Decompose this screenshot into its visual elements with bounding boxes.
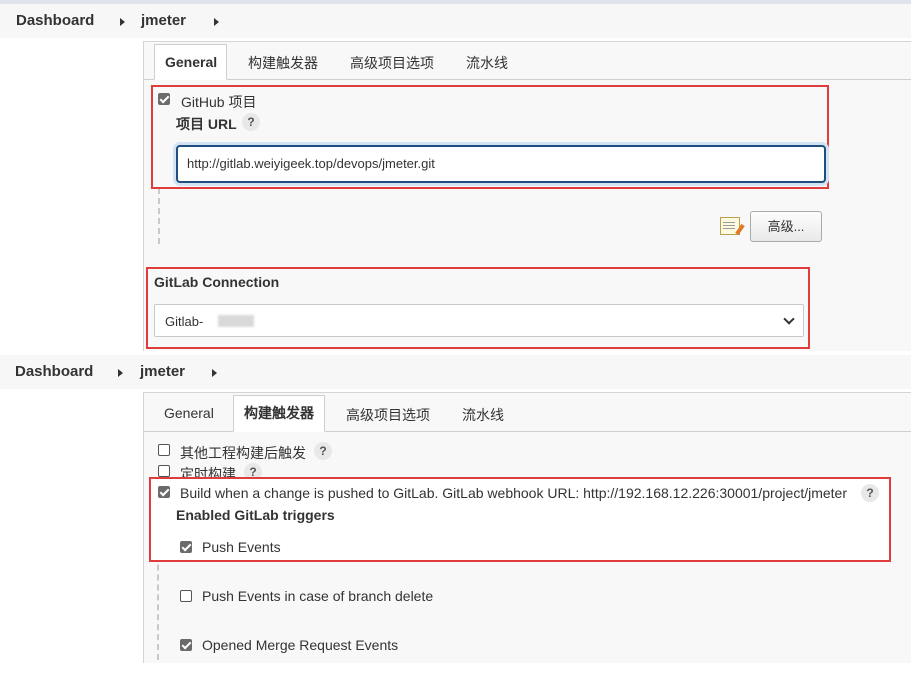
breadcrumb-project[interactable]: jmeter	[140, 363, 185, 380]
trigger-after-other-projects-label: 其他工程构建后触发	[180, 445, 306, 461]
gitlab-connection-select[interactable]: Gitlab-	[154, 304, 804, 337]
breadcrumb-caret-icon[interactable]	[120, 18, 125, 26]
project-url-label: 项目 URL	[176, 116, 237, 132]
github-project-checkbox[interactable]	[158, 93, 170, 105]
project-url-value: http://gitlab.weiyigeek.top/devops/jmete…	[187, 156, 435, 171]
breadcrumb-caret-icon[interactable]	[118, 369, 123, 377]
help-icon[interactable]: ?	[861, 484, 879, 502]
github-project-label: GitHub 项目	[181, 94, 257, 110]
enabled-gitlab-triggers-heading: Enabled GitLab triggers	[176, 507, 335, 523]
trigger-after-other-projects-checkbox[interactable]	[158, 444, 170, 456]
tab-pipeline[interactable]: 流水线	[462, 405, 504, 425]
breadcrumb-caret-icon[interactable]	[212, 369, 217, 377]
section-divider	[158, 188, 160, 244]
tab-advanced-project-options[interactable]: 高级项目选项	[350, 53, 434, 73]
opened-merge-request-events-checkbox[interactable]	[180, 639, 192, 651]
breadcrumb: Dashboard jmeter	[0, 355, 911, 389]
gitlab-connection-label: GitLab Connection	[154, 274, 280, 290]
push-events-branch-delete-checkbox[interactable]	[180, 590, 192, 602]
push-events-branch-delete-label: Push Events in case of branch delete	[202, 588, 434, 604]
tab-bar: General 构建触发器 高级项目选项 流水线	[144, 393, 911, 432]
tab-advanced-project-options[interactable]: 高级项目选项	[346, 405, 430, 425]
redacted-value	[218, 315, 254, 327]
tab-general[interactable]: General	[154, 44, 227, 80]
breadcrumb-dashboard[interactable]: Dashboard	[15, 363, 93, 380]
breadcrumb-dashboard[interactable]: Dashboard	[16, 12, 94, 29]
notepad-pencil-icon[interactable]	[720, 217, 740, 235]
project-url-input[interactable]: http://gitlab.weiyigeek.top/devops/jmete…	[176, 145, 826, 183]
breadcrumb-caret-icon[interactable]	[214, 18, 219, 26]
build-periodically-checkbox[interactable]	[158, 465, 170, 477]
breadcrumb-project[interactable]: jmeter	[141, 12, 186, 29]
gitlab-connection-value: Gitlab-	[165, 314, 204, 329]
advanced-button[interactable]: 高级...	[750, 211, 822, 242]
chevron-down-icon	[783, 313, 795, 325]
help-icon[interactable]: ?	[314, 442, 332, 460]
build-on-gitlab-push-checkbox[interactable]	[158, 486, 170, 498]
push-events-checkbox[interactable]	[180, 541, 192, 553]
opened-merge-request-events-label: Opened Merge Request Events	[202, 637, 399, 653]
tab-build-triggers[interactable]: 构建触发器	[233, 395, 325, 432]
tab-build-triggers[interactable]: 构建触发器	[248, 53, 318, 73]
tab-pipeline[interactable]: 流水线	[466, 53, 508, 73]
build-on-gitlab-push-label: Build when a change is pushed to GitLab.…	[180, 485, 847, 501]
tab-bar: General 构建触发器 高级项目选项 流水线	[144, 42, 911, 80]
project-url-help-icon[interactable]: ?	[242, 113, 260, 131]
breadcrumb: Dashboard jmeter	[0, 4, 911, 38]
push-events-label: Push Events	[202, 539, 281, 555]
tab-general[interactable]: General	[164, 405, 214, 421]
